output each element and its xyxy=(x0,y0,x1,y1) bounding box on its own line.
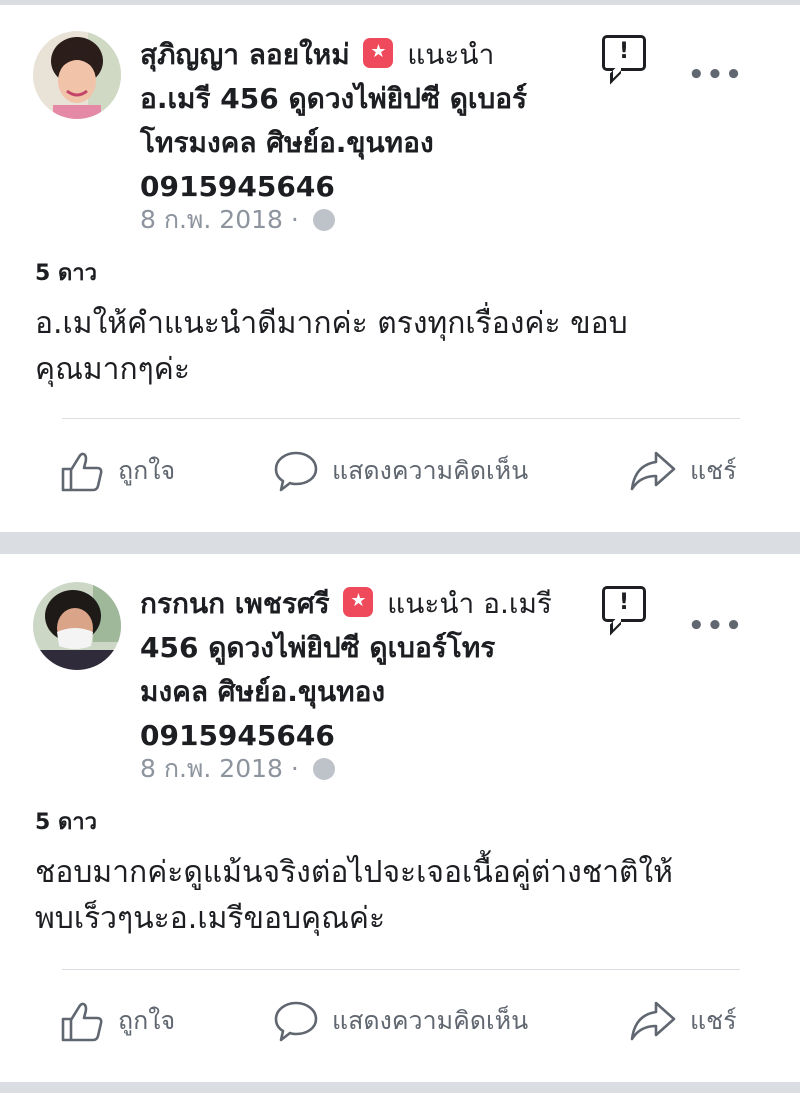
page-name-line[interactable]: โทรมงคล ศิษย์อ.ขุนทอง xyxy=(140,126,434,159)
feed-separator xyxy=(0,532,800,554)
page-name-line[interactable]: 456 ดูดวงไพ่ยิปซี ดูเบอร์โทร xyxy=(140,631,495,664)
more-options-icon[interactable]: ••• xyxy=(688,613,744,639)
feed-separator xyxy=(0,1082,800,1093)
review-post: กรกนก เพชรศรี ★ แนะนำ อ.เมรี 456 ดูดวงไพ… xyxy=(0,554,800,1082)
rating-label: 5 ดาว xyxy=(35,810,97,835)
globe-icon xyxy=(312,209,335,231)
page-name-line[interactable]: 0915945646 xyxy=(140,719,335,752)
page-name-line[interactable]: อ.เมรี 456 ดูดวงไพ่ยิปซี ดูเบอร์ xyxy=(140,82,527,115)
post-meta: 8 ก.พ. 2018 · xyxy=(140,203,335,237)
review-text: ชอบมากค่ะดูแม้นจริงต่อไปจะเจอเนื้อคู่ต่า… xyxy=(35,850,765,942)
review-text-line: อ.เมให้คำแนะนำดีมากค่ะ ตรงทุกเรื่องค่ะ ข… xyxy=(35,306,628,341)
recommend-label: แนะนำ อ.เมรี xyxy=(387,587,552,620)
review-post: สุภิญญา ลอยใหม่ ★ แนะนำ อ.เมรี 456 ดูดวง… xyxy=(0,5,800,532)
share-label: แชร์ xyxy=(690,1006,737,1035)
comment-button[interactable]: แสดงความคิดเห็น xyxy=(274,997,528,1045)
avatar[interactable] xyxy=(33,31,121,119)
more-options-icon[interactable]: ••• xyxy=(688,62,744,88)
post-date[interactable]: 8 ก.พ. 2018 · xyxy=(140,205,299,234)
post-header: กรกนก เพชรศรี ★ แนะนำ อ.เมรี 456 ดูดวงไพ… xyxy=(140,582,580,758)
review-text: อ.เมให้คำแนะนำดีมากค่ะ ตรงทุกเรื่องค่ะ ข… xyxy=(35,301,765,393)
like-button[interactable]: ถูกใจ xyxy=(60,447,175,495)
author-name[interactable]: กรกนก เพชรศรี xyxy=(140,587,330,620)
share-label: แชร์ xyxy=(690,456,737,485)
like-label: ถูกใจ xyxy=(118,456,176,485)
comment-label: แสดงความคิดเห็น xyxy=(332,456,529,485)
share-arrow-icon xyxy=(630,1001,676,1041)
like-button[interactable]: ถูกใจ xyxy=(60,997,175,1045)
comment-icon xyxy=(274,451,318,492)
post-header: สุภิญญา ลอยใหม่ ★ แนะนำ อ.เมรี 456 ดูดวง… xyxy=(140,33,580,209)
comment-button[interactable]: แสดงความคิดเห็น xyxy=(274,447,528,495)
review-text-line: คุณมากๆค่ะ xyxy=(35,352,190,387)
avatar[interactable] xyxy=(33,582,121,670)
share-button[interactable]: แชร์ xyxy=(630,447,737,495)
rating-label: 5 ดาว xyxy=(35,261,97,286)
divider xyxy=(62,418,740,419)
globe-icon xyxy=(312,758,335,780)
recommend-star-icon: ★ xyxy=(363,38,394,68)
page-name-line[interactable]: 0915945646 xyxy=(140,170,335,203)
thumbs-up-icon xyxy=(61,452,103,492)
thumbs-up-icon xyxy=(61,1002,103,1042)
share-arrow-icon xyxy=(630,451,676,491)
share-button[interactable]: แชร์ xyxy=(630,997,737,1045)
like-label: ถูกใจ xyxy=(118,1006,176,1035)
recommend-label: แนะนำ xyxy=(407,38,495,71)
comment-icon xyxy=(274,1001,318,1042)
report-icon[interactable]: ! xyxy=(602,35,646,71)
report-icon[interactable]: ! xyxy=(602,586,646,622)
review-text-line: ชอบมากค่ะดูแม้นจริงต่อไปจะเจอเนื้อคู่ต่า… xyxy=(35,855,673,890)
post-date[interactable]: 8 ก.พ. 2018 · xyxy=(140,754,299,783)
comment-label: แสดงความคิดเห็น xyxy=(332,1006,529,1035)
divider xyxy=(62,969,740,970)
page-name-line[interactable]: มงคล ศิษย์อ.ขุนทอง xyxy=(140,675,385,708)
post-meta: 8 ก.พ. 2018 · xyxy=(140,752,335,786)
review-text-line: พบเร็วๆนะอ.เมรีขอบคุณค่ะ xyxy=(35,901,386,936)
recommend-star-icon: ★ xyxy=(343,587,374,617)
author-name[interactable]: สุภิญญา ลอยใหม่ xyxy=(140,38,350,71)
